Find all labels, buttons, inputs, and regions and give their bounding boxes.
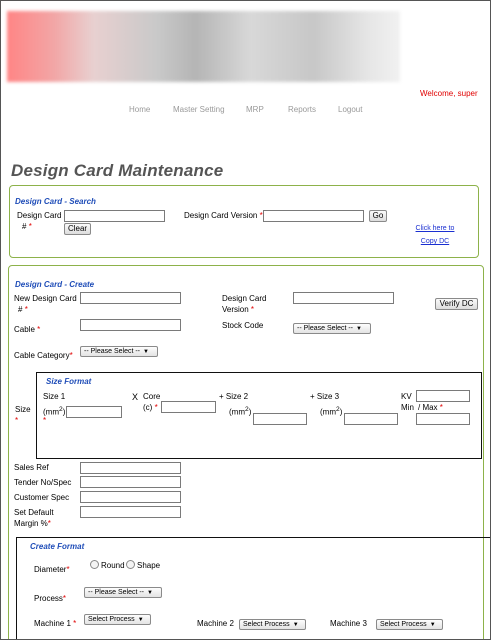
create-legend: Design Card - Create	[15, 280, 95, 289]
design-card-version-input[interactable]	[263, 210, 364, 222]
size2-unit: (mm2)	[229, 406, 252, 417]
nav-reports[interactable]: Reports	[288, 105, 316, 114]
size3-input[interactable]	[344, 413, 398, 425]
margin-label-2: Margin %*	[14, 519, 51, 528]
sales-ref-label: Sales Ref	[14, 463, 49, 472]
copy-dc-link[interactable]: Click here to Copy DC	[405, 222, 465, 248]
process-label: Process*	[34, 594, 67, 603]
nav-home[interactable]: Home	[129, 105, 150, 114]
machine1-select[interactable]: Select Process ▼	[84, 614, 151, 625]
diameter-label: Diameter*	[34, 565, 70, 574]
create-format-legend: Create Format	[30, 542, 85, 551]
design-card-search-input[interactable]	[64, 210, 165, 222]
company-logo-banner	[7, 11, 400, 82]
size-format-box: Size Format Size 1 (mm2) * X Core (c) * …	[36, 372, 482, 459]
size2-input[interactable]	[253, 413, 307, 425]
search-panel: Design Card - Search Design Card # * Cle…	[9, 185, 479, 258]
create-panel: Design Card - Create New Design Card # *…	[8, 265, 490, 639]
machine2-label: Machine 2	[197, 619, 234, 628]
clear-button[interactable]: Clear	[64, 223, 91, 235]
new-design-card-input[interactable]	[80, 292, 181, 304]
radio-icon	[126, 560, 135, 569]
process-select[interactable]: -- Please Select -- ▼	[84, 587, 162, 598]
core-c-label: (c) *	[143, 403, 158, 412]
create-version-input[interactable]	[293, 292, 394, 304]
chevron-down-icon: ▼	[137, 617, 144, 623]
customer-spec-label: Customer Spec	[14, 493, 70, 502]
cable-input[interactable]	[80, 319, 181, 331]
size-required-marker: *	[15, 416, 19, 425]
machine3-select[interactable]: Select Process ▼	[376, 619, 443, 630]
nav-logout[interactable]: Logout	[338, 105, 362, 114]
size-format-legend: Size Format	[46, 377, 92, 386]
cable-category-label: Cable Category*	[14, 351, 73, 360]
machine2-select[interactable]: Select Process ▼	[239, 619, 306, 630]
core-input[interactable]	[161, 401, 216, 413]
machine3-label: Machine 3	[330, 619, 367, 628]
customer-spec-input[interactable]	[80, 491, 181, 503]
kv-min-label: Min	[401, 403, 414, 412]
size1-required: *	[43, 416, 47, 425]
tender-input[interactable]	[80, 476, 181, 488]
size1-label: Size 1	[43, 392, 66, 401]
size3-label: + Size 3	[310, 392, 340, 401]
shape-radio[interactable]: Shape	[126, 560, 160, 572]
chevron-down-icon: ▼	[147, 590, 153, 596]
nav-master-setting[interactable]: Master Setting	[173, 105, 225, 114]
create-version-label: Version *	[222, 305, 255, 314]
verify-dc-button[interactable]: Verify DC	[435, 298, 478, 310]
page-title: Design Card Maintenance	[11, 161, 224, 180]
size1-input[interactable]	[66, 406, 122, 418]
stock-code-select[interactable]: -- Please Select -- ▼	[293, 323, 371, 334]
page-frame: Welcome, super Home Master Setting MRP R…	[0, 0, 491, 640]
welcome-text: Welcome, super	[420, 89, 478, 98]
margin-input[interactable]	[80, 506, 181, 518]
cable-category-select[interactable]: -- Please Select -- ▼	[80, 346, 158, 357]
size1-unit: (mm2)	[43, 406, 66, 417]
chevron-down-icon: ▼	[429, 622, 436, 628]
x-core-multiply: X	[132, 392, 139, 402]
kv-max-input[interactable]	[416, 413, 470, 425]
sales-ref-input[interactable]	[80, 462, 181, 474]
radio-icon	[90, 560, 99, 569]
chevron-down-icon: ▼	[143, 349, 149, 355]
chevron-down-icon: ▼	[356, 326, 362, 332]
size3-unit: (mm2)	[320, 406, 343, 417]
design-card-version-label: Design Card Version *	[184, 211, 263, 220]
nav-mrp[interactable]: MRP	[246, 105, 264, 114]
tender-label: Tender No/Spec	[14, 478, 72, 487]
design-card-hash-label: # *	[22, 222, 32, 231]
round-radio[interactable]: Round	[90, 560, 125, 572]
go-button[interactable]: Go	[369, 210, 387, 222]
machine1-label: Machine 1 *	[34, 619, 77, 628]
kv-min-input[interactable]	[416, 390, 470, 402]
search-legend: Design Card - Search	[15, 197, 96, 206]
new-design-card-hash-label: # *	[18, 305, 28, 314]
size2-label: + Size 2	[219, 392, 249, 401]
chevron-down-icon: ▼	[292, 622, 299, 628]
cable-label: Cable *	[14, 325, 41, 334]
stock-code-label: Stock Code	[222, 321, 264, 330]
create-format-box: Create Format Diameter* Round Shape Proc…	[16, 537, 490, 639]
